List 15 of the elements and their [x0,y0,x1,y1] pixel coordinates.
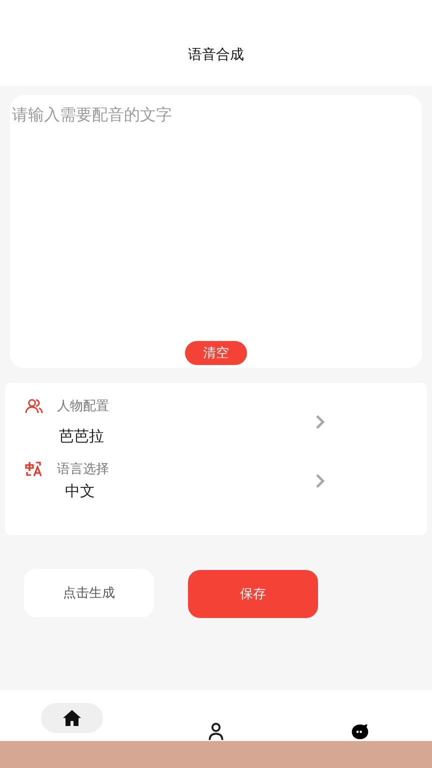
text-input-field[interactable]: 请输入需要配音的文字 清空 [10,95,422,368]
setting-label: 人物配置 [57,398,109,415]
setting-label: 语言选择 [57,461,109,478]
setting-value[interactable]: 芭芭拉 [59,427,109,446]
clear-button[interactable]: 清空 [185,341,247,365]
save-button[interactable]: 保存 [188,570,318,618]
blob-icon [350,722,370,740]
page-title: 语音合成 [188,46,244,64]
people-icon [25,398,43,414]
generate-button[interactable]: 点击生成 [24,569,154,617]
home-icon [62,709,82,727]
person-icon [206,722,226,740]
setting-value[interactable]: 中文 [65,482,109,501]
tab-item[interactable] [41,703,103,733]
translate-icon [25,461,43,477]
